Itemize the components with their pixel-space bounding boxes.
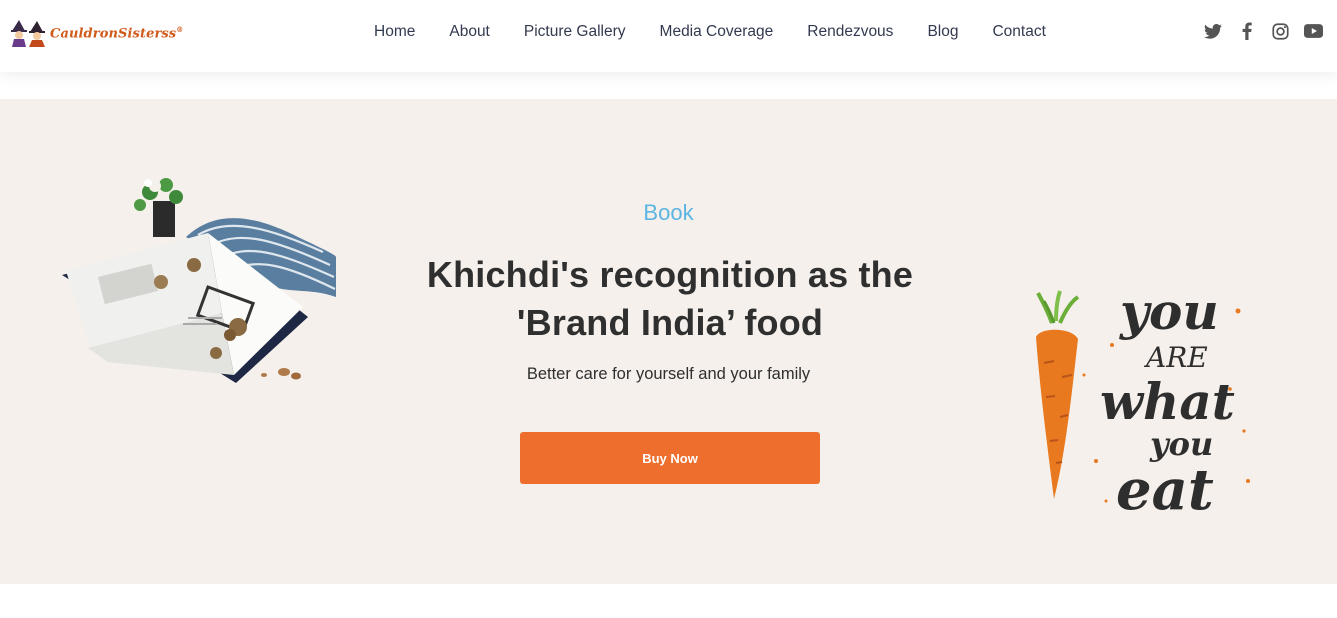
youtube-icon[interactable]: [1304, 21, 1324, 41]
main-nav: Home About Picture Gallery Media Coverag…: [374, 22, 1080, 42]
hero-title: Khichdi's recognition as the 'Brand Indi…: [370, 251, 970, 347]
nav-contact[interactable]: Contact: [992, 22, 1045, 42]
slogan-word-you: you: [1119, 282, 1219, 341]
site-header: CauldronSisterss® Home About Picture Gal…: [0, 0, 1337, 72]
nav-home[interactable]: Home: [374, 22, 415, 42]
twitter-icon[interactable]: [1203, 21, 1223, 41]
logo-text: CauldronSisterss®: [50, 24, 184, 42]
witch-sisters-logo-icon: [11, 20, 45, 47]
nav-rendezvous[interactable]: Rendezvous: [807, 22, 893, 42]
facebook-icon[interactable]: [1237, 21, 1257, 41]
you-are-what-you-eat-illustration: you ARE what you eat: [1036, 282, 1250, 523]
hero-section: Book Khichdi's recognition as the 'Brand…: [0, 99, 1337, 584]
instagram-icon[interactable]: [1270, 21, 1290, 41]
site-logo[interactable]: CauldronSisterss®: [10, 18, 183, 48]
social-links: [1203, 21, 1337, 41]
nav-blog[interactable]: Blog: [927, 22, 958, 42]
hero-kicker: Book: [643, 200, 694, 225]
buy-now-button[interactable]: Buy Now: [520, 432, 820, 484]
hero-title-line-1: Khichdi's recognition as the: [426, 254, 914, 295]
slogan-word-eat: eat: [1116, 457, 1214, 523]
nav-picture-gallery[interactable]: Picture Gallery: [524, 22, 626, 42]
nav-media-coverage[interactable]: Media Coverage: [660, 22, 774, 42]
slogan-word-are: ARE: [1143, 341, 1208, 374]
nav-about[interactable]: About: [449, 22, 490, 42]
slogan-word-what: what: [1100, 372, 1235, 431]
hero-title-line-2: 'Brand India’ food: [516, 302, 824, 343]
